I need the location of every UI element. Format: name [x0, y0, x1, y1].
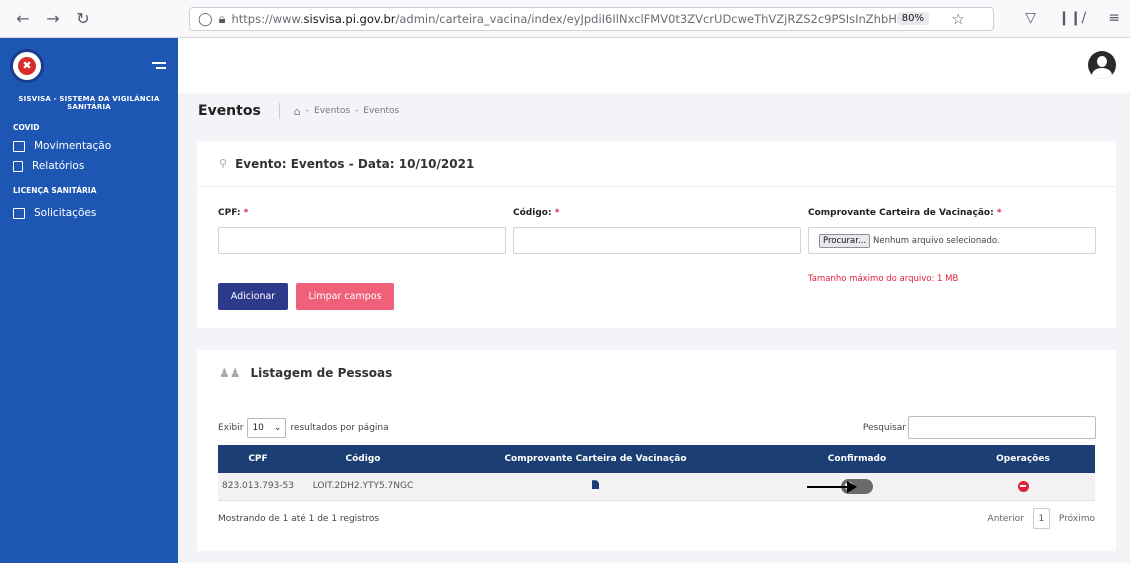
column-header-comprovante[interactable]: Comprovante Carteira de Vacinação: [428, 445, 763, 473]
next-page-button[interactable]: Próximo: [1059, 514, 1095, 524]
prev-page-button[interactable]: Anterior: [988, 514, 1024, 524]
sidebar: ✖ SISVISA - SISTEMA DA VIGILÂNCIA SANITÁ…: [0, 38, 178, 563]
map-pin-icon: ⚲: [219, 157, 228, 170]
page-number-button[interactable]: 1: [1032, 508, 1050, 529]
pocket-icon[interactable]: ▽: [1025, 10, 1036, 26]
annotation-arrow-icon: [807, 481, 857, 493]
chevron-down-icon: ⌄: [273, 423, 282, 433]
url-host: sisvisa.pi.gov.br: [303, 12, 396, 26]
cpf-field[interactable]: [218, 227, 506, 254]
breadcrumb-item[interactable]: Eventos: [314, 106, 350, 116]
breadcrumb-trail: ⌂ - Eventos - Eventos: [280, 105, 399, 118]
event-heading: Evento: Eventos - Data: 10/10/2021: [235, 156, 475, 171]
file-status: Nenhum arquivo selecionado.: [873, 236, 1000, 246]
reload-icon[interactable]: ↻: [70, 9, 96, 28]
list-heading: Listagem de Pessoas: [250, 366, 393, 380]
sidebar-item-movimentacao[interactable]: Movimentação: [0, 132, 178, 152]
lock-icon[interactable]: 🔒︎: [219, 12, 226, 27]
url-text[interactable]: https://www.sisvisa.pi.gov.br/admin/cart…: [231, 12, 911, 26]
search-input[interactable]: [908, 416, 1096, 439]
people-table: CPF Código Comprovante Carteira de Vacin…: [218, 445, 1095, 501]
monitor-icon: [13, 140, 25, 152]
pagination: Anterior 1 Próximo: [988, 508, 1095, 529]
sidebar-header: ✖: [0, 38, 178, 93]
cell-operacoes: [951, 473, 1095, 501]
breadcrumb-separator: -: [305, 106, 310, 116]
page-title: Eventos: [198, 103, 280, 119]
sidebar-item-solicitacoes[interactable]: Solicitações: [0, 195, 178, 219]
cell-comprovante: [428, 473, 763, 501]
section-licenca: LICENÇA SANITÁRIA: [13, 186, 97, 195]
page-size-value: 10: [252, 423, 264, 433]
sidebar-item-label: Movimentação: [34, 140, 112, 152]
sidebar-item-relatorios[interactable]: Relatórios: [0, 152, 178, 172]
url-bar[interactable]: ◯ 🔒︎ https://www.sisvisa.pi.gov.br/admin…: [189, 7, 994, 31]
hamburger-icon[interactable]: [150, 62, 166, 69]
column-header-confirmado[interactable]: Confirmado: [763, 445, 951, 473]
zoom-level[interactable]: 80%: [896, 12, 929, 25]
column-header-cpf[interactable]: CPF: [218, 445, 298, 473]
library-icon[interactable]: ❙❙∕: [1058, 10, 1086, 26]
column-header-operacoes[interactable]: Operações: [951, 445, 1095, 473]
per-page-label: resultados por página: [290, 423, 389, 433]
page-size-control: Exibir 10 ⌄ resultados por página: [218, 418, 389, 438]
cell-cpf: 823.013.793-53: [218, 473, 298, 501]
breadcrumb: Eventos ⌂ - Eventos - Eventos: [178, 93, 1130, 129]
browser-extras: ▽ ❙❙∕ ≡: [1025, 10, 1120, 26]
browser-nav: ← → ↻: [10, 9, 180, 28]
cell-codigo: LOIT.2DH2.YTY5.7NGC: [298, 473, 428, 501]
add-button[interactable]: Adicionar: [218, 283, 288, 310]
table-info: Mostrando de 1 até 1 de 1 registros: [218, 514, 380, 524]
event-panel-header: ⚲ Evento: Eventos - Data: 10/10/2021: [197, 141, 1116, 187]
table-row: 823.013.793-53 LOIT.2DH2.YTY5.7NGC: [218, 473, 1095, 501]
search-label: Pesquisar: [862, 422, 906, 433]
url-path: /admin/carteira_vacina/index/eyJpdiI6IlN…: [395, 12, 912, 26]
bookmark-star-icon[interactable]: ☆: [952, 10, 965, 28]
cpf-label: CPF: *: [218, 208, 249, 218]
comprovante-file-input[interactable]: Procurar... Nenhum arquivo selecionado.: [808, 227, 1096, 254]
inbox-icon: [13, 207, 25, 219]
sisvisa-logo[interactable]: ✖: [10, 48, 44, 83]
exibir-label: Exibir: [218, 423, 244, 433]
section-covid: COVID: [13, 123, 40, 132]
codigo-field[interactable]: [513, 227, 801, 254]
page-size-select[interactable]: 10 ⌄: [247, 418, 287, 438]
logo-cross-icon: ✖: [18, 56, 36, 75]
system-title: SISVISA - SISTEMA DA VIGILÂNCIA SANITÁRI…: [18, 95, 160, 111]
codigo-label: Código: *: [513, 208, 560, 218]
users-icon: ♟♟: [219, 366, 241, 380]
max-size-note: Tamanho máximo do arquivo: 1 MB: [808, 274, 959, 284]
url-prefix: https://www.: [231, 12, 304, 26]
search-control: Pesquisar: [863, 416, 1096, 439]
comprovante-label: Comprovante Carteira de Vacinação: *: [808, 208, 1002, 218]
breadcrumb-separator: -: [355, 106, 359, 116]
shield-icon[interactable]: ◯: [198, 12, 213, 27]
browse-button[interactable]: Procurar...: [819, 234, 871, 248]
back-icon[interactable]: ←: [10, 9, 36, 28]
breadcrumb-item: Eventos: [363, 106, 400, 116]
cell-confirmado: [763, 473, 951, 501]
file-icon[interactable]: [592, 480, 599, 490]
document-icon: [13, 160, 23, 172]
table-header-row: CPF Código Comprovante Carteira de Vacin…: [218, 445, 1095, 473]
menu-icon[interactable]: ≡: [1108, 10, 1120, 26]
sidebar-item-label: Relatórios: [32, 160, 85, 172]
list-panel-header: ♟♟ Listagem de Pessoas: [197, 350, 1116, 396]
forward-icon[interactable]: →: [40, 9, 66, 28]
event-form-panel: ⚲ Evento: Eventos - Data: 10/10/2021 CPF…: [197, 141, 1116, 328]
user-avatar-icon[interactable]: [1088, 51, 1116, 79]
sidebar-item-label: Solicitações: [34, 207, 97, 219]
top-header: [178, 38, 1130, 93]
browser-toolbar: ← → ↻ ◯ 🔒︎ https://www.sisvisa.pi.gov.br…: [0, 0, 1130, 38]
remove-icon[interactable]: [1017, 480, 1029, 492]
column-header-codigo[interactable]: Código: [298, 445, 428, 473]
people-list-panel: ♟♟ Listagem de Pessoas Exibir 10 ⌄ result…: [197, 350, 1116, 551]
home-icon[interactable]: ⌂: [294, 105, 301, 118]
clear-fields-button[interactable]: Limpar campos: [296, 283, 394, 310]
